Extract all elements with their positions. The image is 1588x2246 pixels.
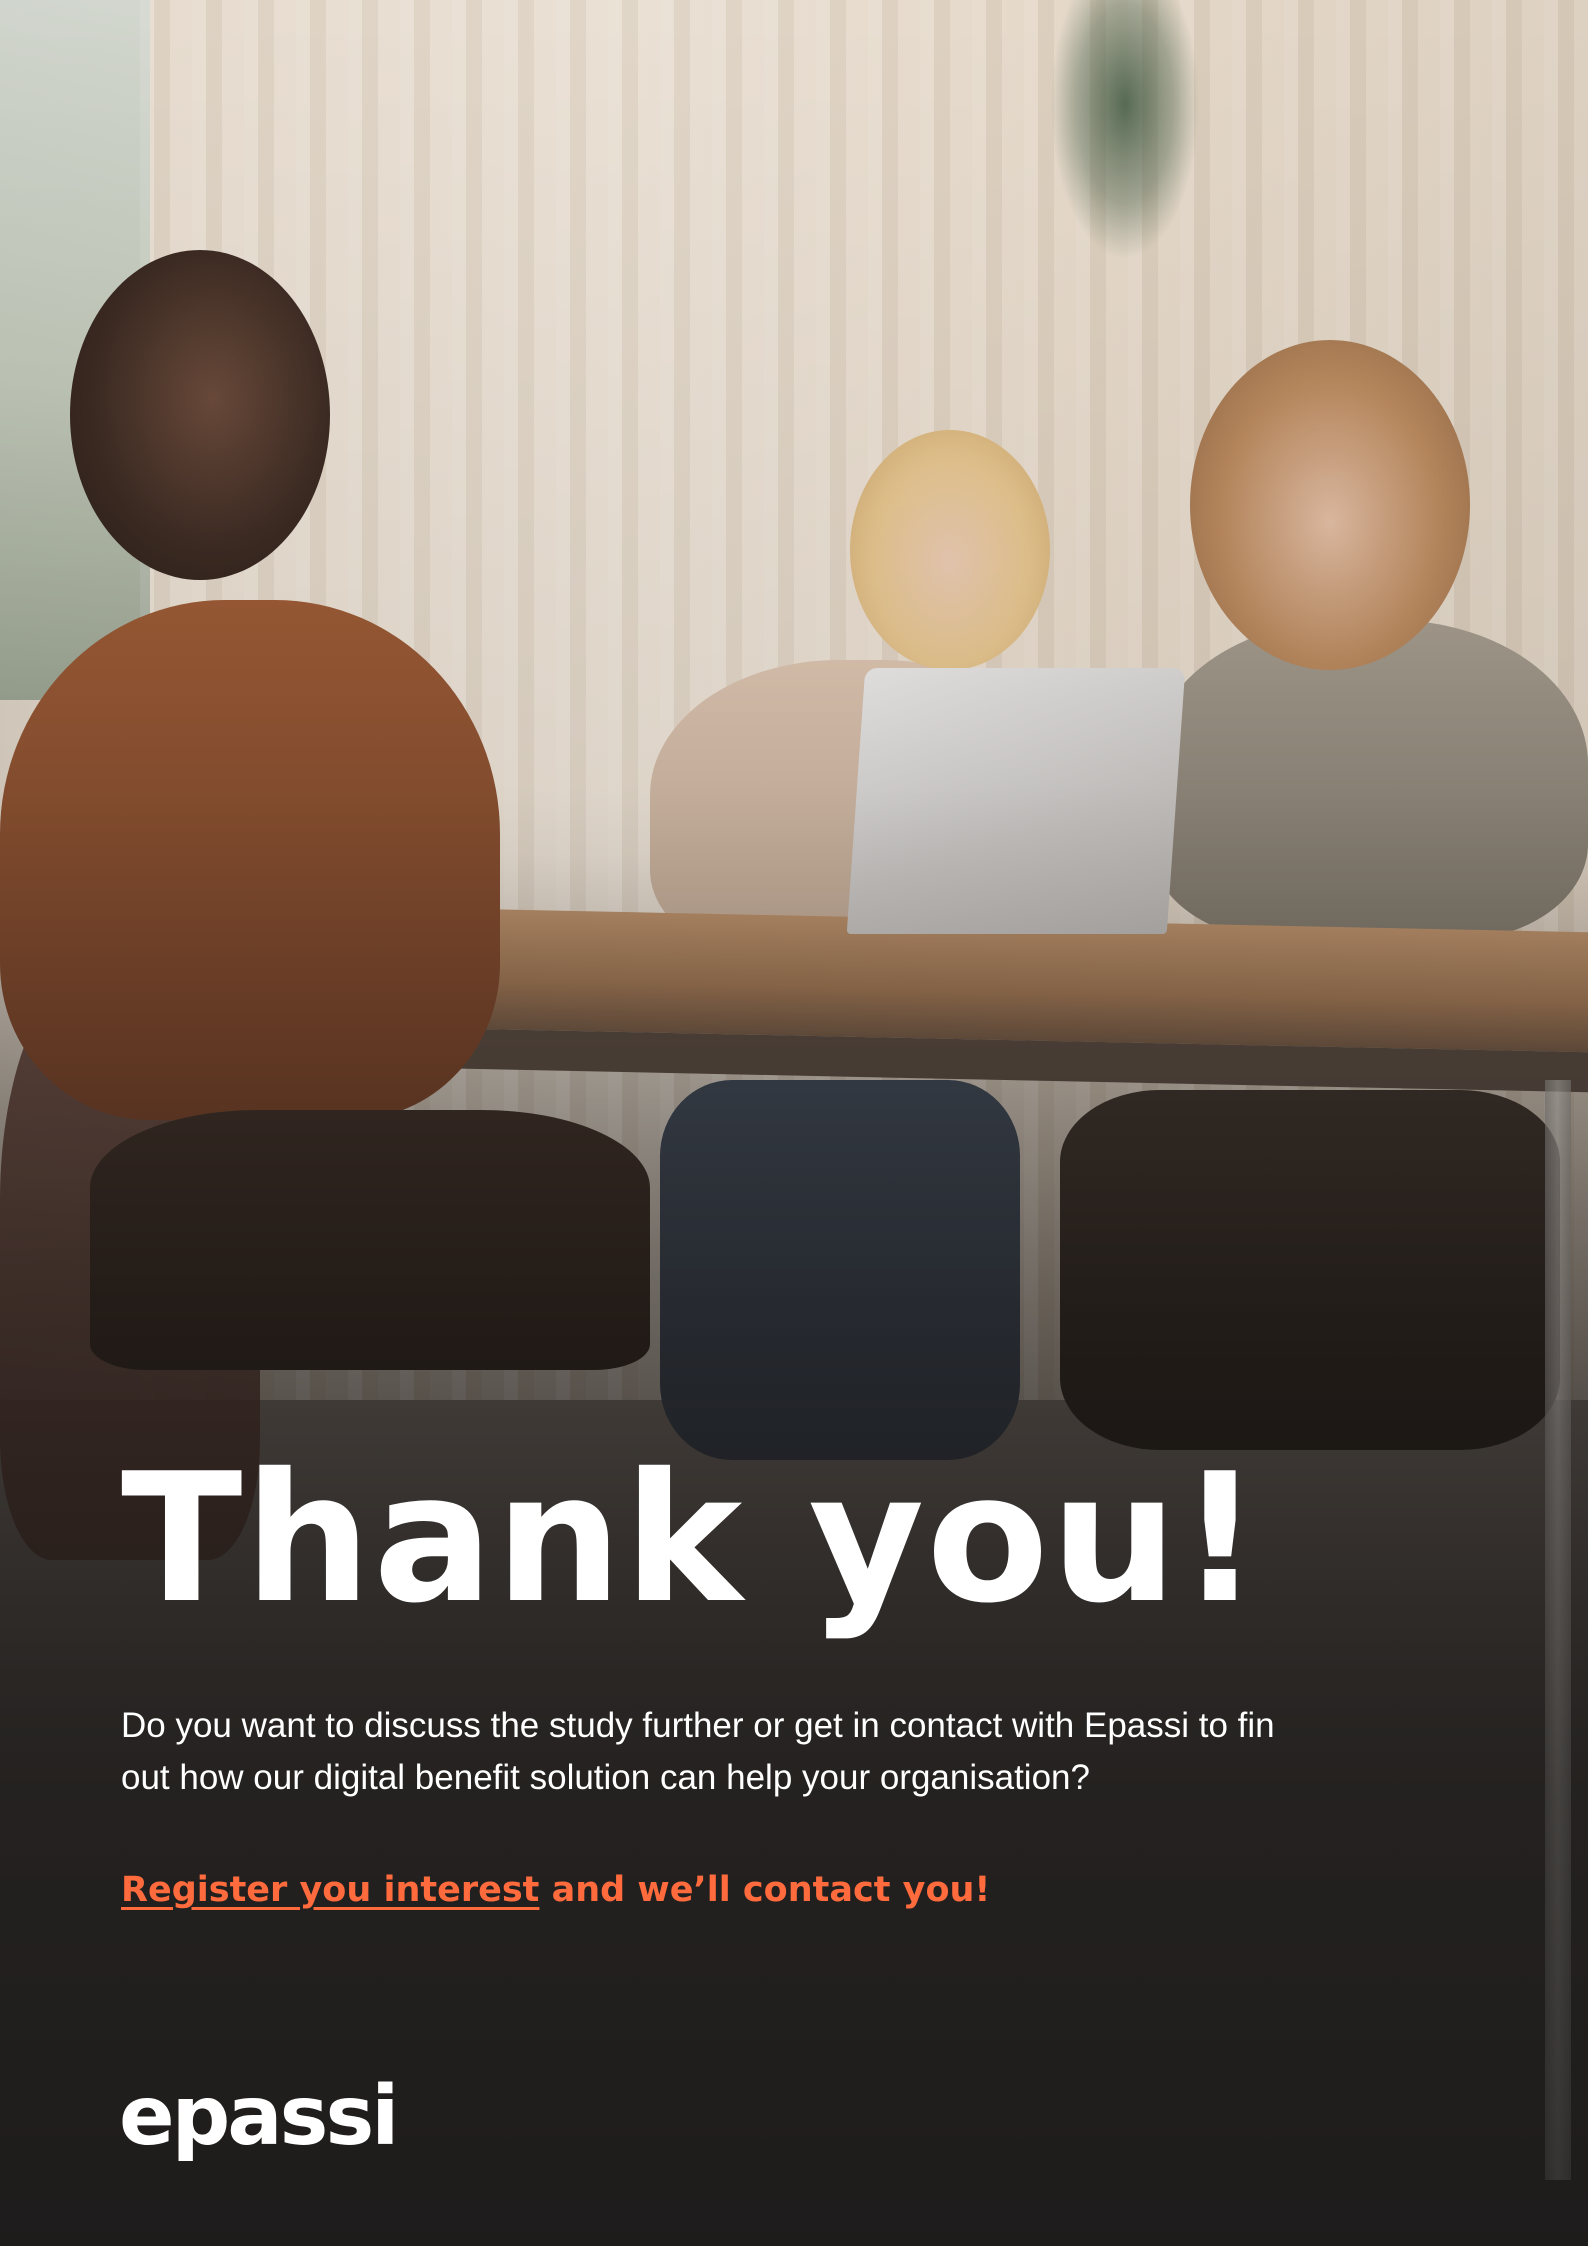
content-block: Thank you! Do you want to discuss the st…: [121, 1450, 1421, 1914]
epassi-logo: epassi: [119, 2069, 399, 2164]
thank-you-page: Thank you! Do you want to discuss the st…: [0, 0, 1588, 2246]
headline: Thank you!: [121, 1435, 1263, 1642]
body-text: Do you want to discuss the study further…: [121, 1706, 1275, 1797]
call-to-action: Register you interest and we’ll contact …: [121, 1866, 1421, 1914]
cta-rest-text: and we’ll contact you!: [539, 1870, 991, 1910]
register-interest-link[interactable]: Register you interest: [121, 1870, 539, 1910]
